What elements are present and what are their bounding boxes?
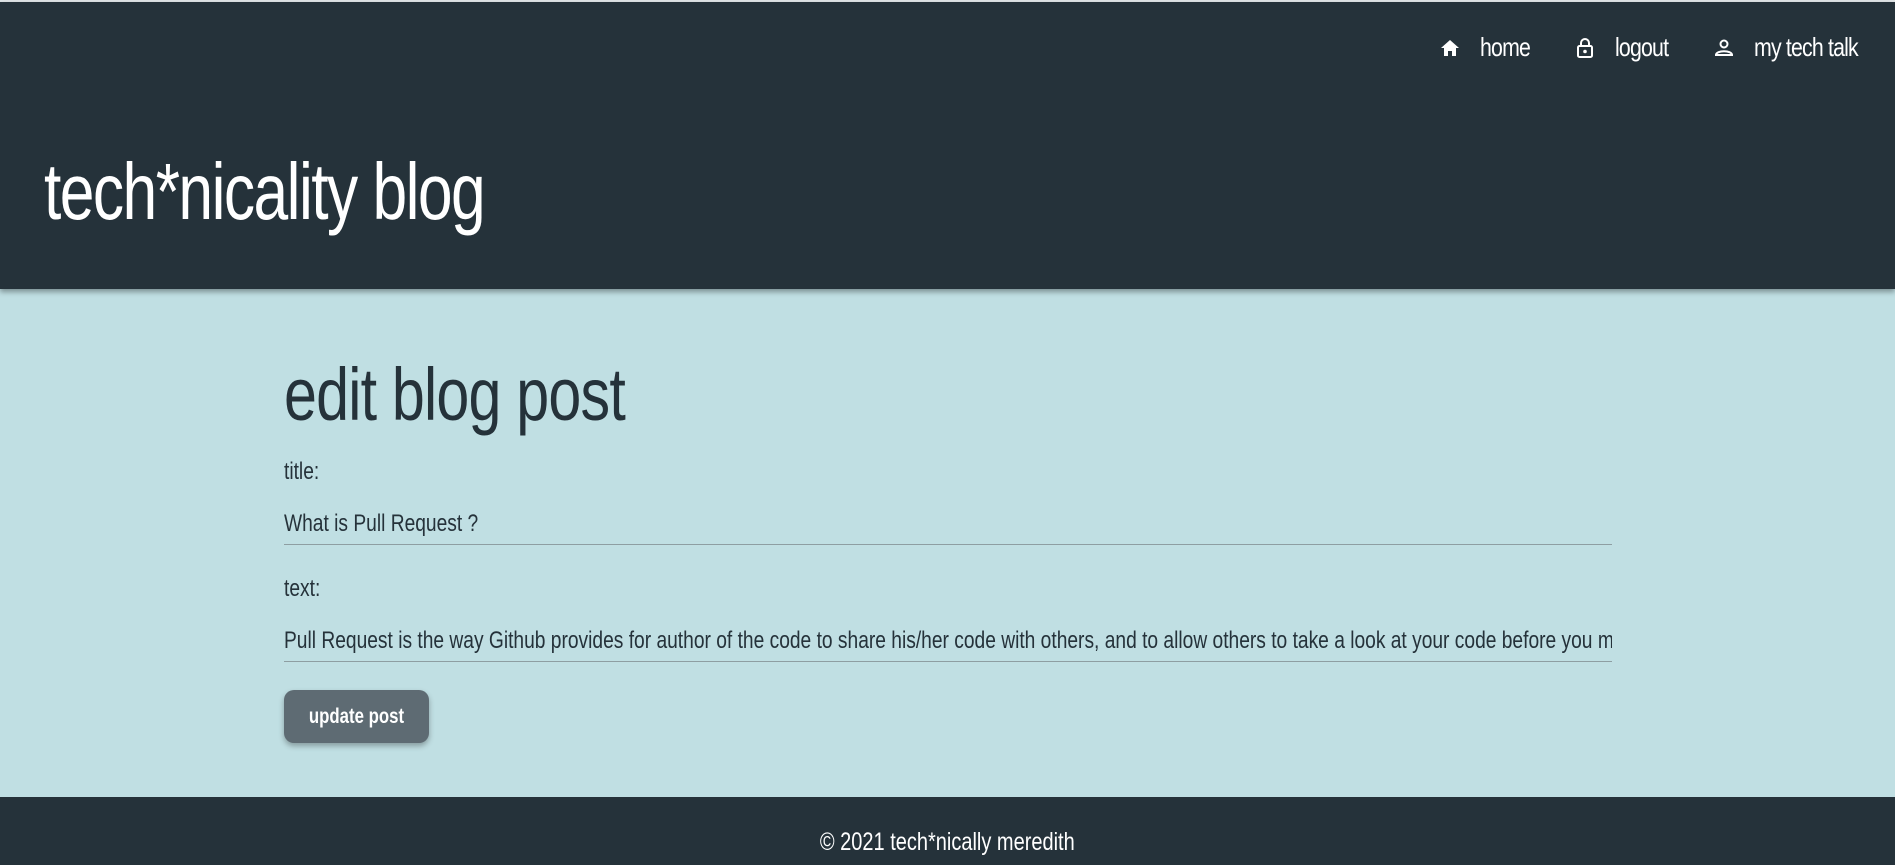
site-footer: © 2021 tech*nically meredith bbox=[0, 797, 1895, 865]
site-header: home logout my tech talk tech*nicality b… bbox=[0, 2, 1895, 289]
nav-my-tech-talk[interactable]: my tech talk bbox=[1712, 32, 1881, 63]
update-post-button[interactable]: update post bbox=[284, 690, 429, 743]
user-icon bbox=[1712, 36, 1736, 60]
page-title: edit blog post bbox=[284, 353, 626, 436]
site-title[interactable]: tech*nicality blog bbox=[44, 152, 486, 232]
nav-logout[interactable]: logout bbox=[1573, 32, 1680, 63]
nav-home[interactable]: home bbox=[1438, 32, 1541, 63]
update-post-button-label: update post bbox=[308, 704, 405, 728]
nav-my-tech-talk-label: my tech talk bbox=[1754, 32, 1859, 62]
text-label: text: bbox=[284, 575, 321, 602]
title-label: title: bbox=[284, 458, 320, 485]
title-input-value: What is Pull Request ? bbox=[284, 510, 479, 537]
home-icon bbox=[1438, 36, 1462, 60]
title-input[interactable]: What is Pull Request ? bbox=[284, 504, 1612, 545]
text-input[interactable]: Pull Request is the way Github provides … bbox=[284, 621, 1612, 662]
nav-logout-label: logout bbox=[1615, 32, 1669, 62]
text-input-value: Pull Request is the way Github provides … bbox=[284, 627, 1612, 654]
nav-home-label: home bbox=[1480, 32, 1531, 62]
lock-icon bbox=[1573, 36, 1597, 60]
footer-copyright: © 2021 tech*nically meredith bbox=[820, 828, 1075, 856]
top-nav: home logout my tech talk bbox=[1406, 32, 1881, 63]
